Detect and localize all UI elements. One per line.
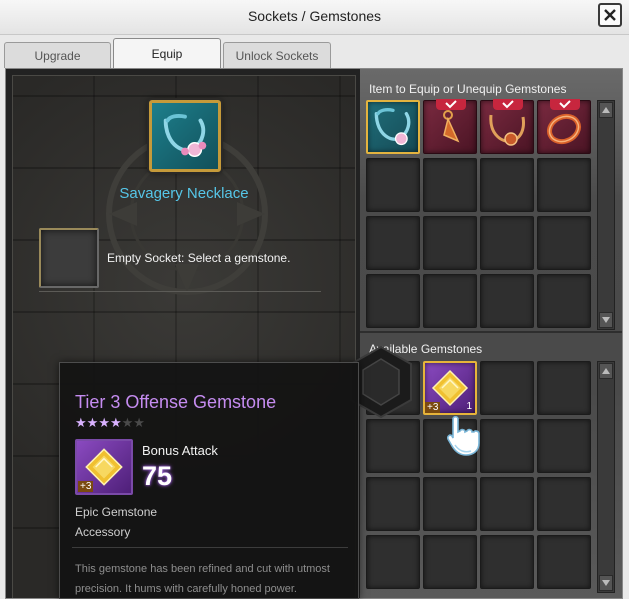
tab-upgrade[interactable]: Upgrade [4, 42, 111, 68]
empty-item-slot[interactable] [480, 274, 534, 328]
stat-value: 75 [142, 461, 173, 491]
item-slot-ring[interactable] [537, 99, 591, 154]
star-empty-icon: ★ [133, 415, 145, 430]
section-divider [360, 331, 622, 333]
item-slot-necklace[interactable] [366, 100, 420, 154]
tooltip-gem-slot: +3 [75, 439, 133, 495]
divider [39, 291, 321, 292]
empty-item-slot[interactable] [480, 158, 534, 212]
title-bar: Sockets / Gemstones [0, 0, 629, 35]
hand-cursor-icon [447, 415, 480, 456]
empty-gem-slot[interactable] [537, 419, 591, 473]
gem-slot-offense[interactable]: +3 1 [423, 361, 477, 415]
tab-equip[interactable]: Equip [113, 38, 221, 69]
empty-item-slot[interactable] [366, 216, 420, 270]
tooltip-divider [72, 547, 348, 548]
description-text: This gemstone has been refined and cut w… [75, 563, 330, 595]
arrow-down-icon [602, 317, 610, 323]
item-slot-earring[interactable] [423, 99, 477, 154]
gem-tooltip: Tier 3 Offense Gemstone ★★★★★★ +3 Bonus … [59, 362, 359, 599]
socket-status: Empty Socket: Select a gemstone. [107, 251, 291, 265]
items-scrollbar[interactable] [597, 100, 615, 330]
selected-item-slot[interactable] [149, 100, 221, 172]
category-label: Accessory [75, 525, 131, 539]
tooltip-title: Tier 3 Offense Gemstone [75, 392, 277, 412]
empty-gem-slot[interactable] [423, 477, 477, 531]
rarity-label: Epic Gemstone [75, 505, 158, 519]
empty-item-slot[interactable] [537, 158, 591, 212]
arrow-up-icon [602, 368, 610, 374]
empty-gem-slot[interactable] [480, 361, 534, 415]
close-button[interactable] [598, 3, 622, 27]
empty-gem-slot[interactable] [423, 535, 477, 589]
empty-gem-slot[interactable] [366, 419, 420, 473]
empty-item-slot[interactable] [423, 274, 477, 328]
tab-unlock-sockets[interactable]: Unlock Sockets [223, 42, 331, 68]
empty-gem-slot[interactable] [537, 477, 591, 531]
tab-label: Unlock Sockets [235, 48, 319, 63]
socket-slot[interactable] [39, 228, 99, 288]
gem-plus-badge: +3 [425, 402, 441, 413]
star-filled-icon: ★ [98, 415, 110, 430]
star-filled-icon: ★ [86, 415, 99, 430]
star-filled-icon: ★ [109, 415, 122, 430]
items-section-label: Item to Equip or Unequip Gemstones [369, 82, 567, 96]
inventory-panel: Item to Equip or Unequip Gemstones Avail… [360, 69, 622, 598]
empty-item-slot[interactable] [366, 158, 420, 212]
empty-item-slot[interactable] [537, 274, 591, 328]
empty-item-slot[interactable] [423, 216, 477, 270]
tab-label: Upgrade [34, 48, 81, 63]
stat-label: Bonus Attack [142, 443, 218, 458]
gems-scrollbar[interactable] [597, 361, 615, 593]
empty-gem-slot[interactable] [366, 477, 420, 531]
star-filled-icon: ★ [75, 415, 87, 430]
necklace-icon [163, 113, 207, 158]
empty-item-slot[interactable] [480, 216, 534, 270]
scroll-up-button[interactable] [599, 363, 613, 379]
item-name: Savagery Necklace [119, 185, 249, 202]
empty-item-slot[interactable] [537, 216, 591, 270]
empty-gem-slot[interactable] [480, 477, 534, 531]
ring-icon [546, 113, 582, 145]
empty-gem-slot[interactable] [480, 419, 534, 473]
empty-gem-slot[interactable] [366, 535, 420, 589]
scroll-up-button[interactable] [599, 102, 613, 118]
close-icon [604, 9, 616, 21]
rarity-stars: ★★★★★★ [75, 415, 145, 431]
star-empty-icon: ★ [121, 415, 134, 430]
window-title: Sockets / Gemstones [247, 8, 382, 24]
scroll-down-button[interactable] [599, 575, 613, 591]
empty-gem-slot[interactable] [537, 535, 591, 589]
empty-gem-slot[interactable] [480, 535, 534, 589]
empty-item-slot[interactable] [366, 274, 420, 328]
empty-gem-slot[interactable] [537, 361, 591, 415]
empty-item-slot[interactable] [423, 158, 477, 212]
tab-label: Equip [151, 47, 183, 61]
earring-icon [443, 110, 460, 143]
necklace-icon [374, 108, 411, 146]
arrow-up-icon [602, 107, 610, 113]
arrow-down-icon [602, 580, 610, 586]
item-slot-amulet[interactable] [480, 99, 534, 154]
gem-count: 1 [466, 401, 472, 412]
gem-plus-badge: +3 [78, 481, 94, 492]
scroll-down-button[interactable] [599, 312, 613, 328]
amulet-icon [489, 114, 525, 146]
